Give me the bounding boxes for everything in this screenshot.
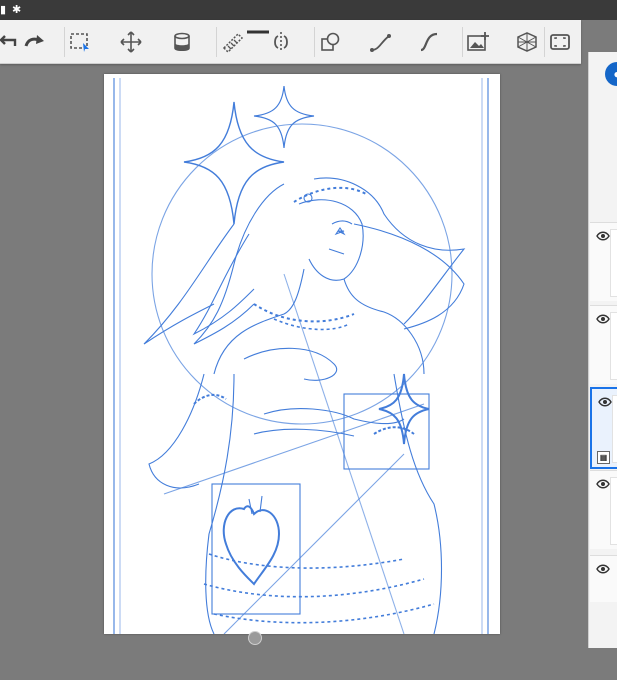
layer-item[interactable] (590, 555, 617, 602)
fullscreen-icon (550, 34, 570, 50)
image-import-button[interactable] (462, 27, 493, 57)
layer-thumbnail (610, 312, 617, 380)
layer-thumbnail (610, 477, 617, 545)
eye-icon[interactable] (598, 397, 612, 407)
selection-icon (70, 33, 89, 52)
perspective-icon (517, 32, 537, 52)
layer-item[interactable] (590, 222, 617, 301)
redo-button[interactable] (20, 27, 50, 57)
eye-icon[interactable] (596, 314, 610, 324)
drawing-canvas[interactable] (104, 74, 500, 634)
layer-item[interactable] (590, 470, 617, 549)
fill-bucket-icon (174, 32, 190, 52)
sketch-artwork (113, 78, 489, 634)
eye-icon[interactable] (596, 479, 610, 489)
eye-icon[interactable] (596, 231, 610, 241)
eye-icon[interactable] (596, 564, 610, 574)
symmetry-icon (274, 32, 288, 52)
transform-button[interactable] (116, 27, 146, 57)
layer-thumbnail (612, 395, 617, 463)
perspective-button[interactable] (512, 27, 542, 57)
bluetooth-icon: ✱ (12, 4, 22, 16)
fullscreen-button[interactable] (544, 27, 575, 57)
phone-icon: ▮ (0, 4, 7, 16)
layer-item-selected[interactable]: ▦ (590, 387, 617, 469)
ruler-button[interactable] (216, 27, 247, 57)
undo-button[interactable] (0, 27, 22, 57)
redo-icon (24, 35, 44, 47)
shape-icon (321, 32, 340, 51)
layer-item[interactable] (590, 305, 617, 384)
stroke-button[interactable] (414, 27, 444, 57)
symmetry-button[interactable] (266, 27, 296, 57)
ruler-icon (222, 32, 244, 54)
curve-button[interactable] (366, 27, 396, 57)
canvas-rotate-handle[interactable] (248, 631, 262, 645)
curve-icon (370, 34, 391, 52)
transform-icon (120, 31, 142, 53)
selection-button[interactable] (64, 27, 95, 57)
status-bar: ▮ ✱ (0, 0, 617, 20)
layer-thumbnail (610, 229, 617, 297)
image-import-icon (467, 32, 489, 51)
alpha-lock-icon[interactable]: ▦ (597, 451, 610, 464)
fill-button[interactable] (167, 27, 197, 57)
toolbar (0, 20, 581, 64)
shape-button[interactable] (314, 27, 345, 57)
stroke-icon (420, 32, 438, 52)
undo-icon (0, 35, 17, 46)
